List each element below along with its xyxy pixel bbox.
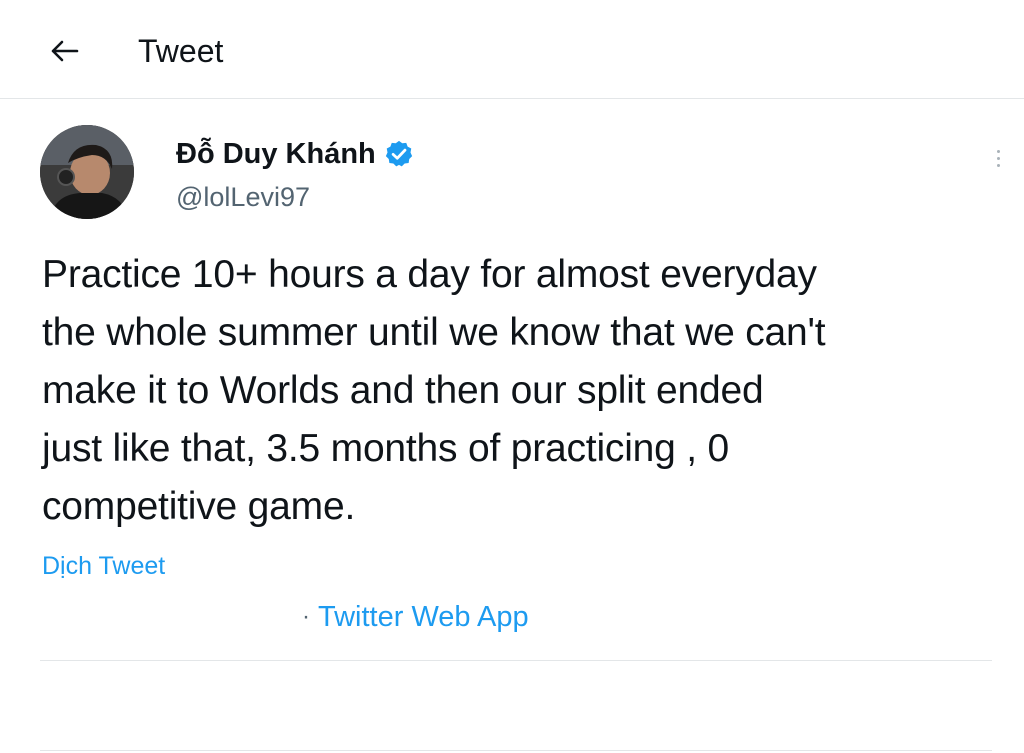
- more-vertical-icon-dot: [996, 156, 1000, 160]
- divider: [40, 660, 992, 661]
- back-button[interactable]: [44, 31, 84, 71]
- more-vertical-icon-dot: [996, 149, 1000, 153]
- page-title: Tweet: [138, 33, 224, 69]
- more-vertical-icon-dot: [996, 163, 1000, 167]
- author-name-row[interactable]: Đỗ Duy Khánh: [176, 134, 414, 174]
- avatar[interactable]: [40, 125, 134, 219]
- meta-separator: ·: [302, 603, 310, 630]
- tweet-meta: · Twitter Web App: [302, 598, 529, 636]
- top-bar: Tweet: [0, 0, 1024, 99]
- author-display-name[interactable]: Đỗ Duy Khánh: [176, 135, 376, 173]
- tweet-text: Practice 10+ hours a day for almost ever…: [42, 253, 826, 528]
- arrow-left-icon: [51, 40, 79, 62]
- author-handle[interactable]: @lolLevi97: [176, 180, 310, 214]
- verified-badge-icon: [384, 139, 414, 169]
- source-app-link[interactable]: Twitter Web App: [318, 598, 529, 636]
- user-avatar-icon: [40, 125, 134, 219]
- divider: [40, 750, 992, 751]
- more-options-button[interactable]: [986, 140, 1010, 176]
- translate-tweet-link[interactable]: Dịch Tweet: [42, 550, 165, 582]
